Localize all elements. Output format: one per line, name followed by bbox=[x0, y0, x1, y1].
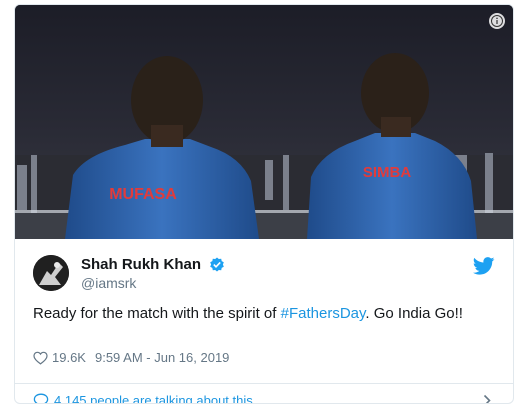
conversation-text[interactable]: 4,145 people are talking about this bbox=[54, 393, 253, 403]
tweet-meta: 19.6K 9:59 AM - Jun 16, 2019 bbox=[33, 350, 229, 366]
left-jersey-text: MUFASA bbox=[109, 186, 177, 203]
tweet-text-before: Ready for the match with the spirit of bbox=[33, 305, 281, 322]
verified-badge-icon bbox=[210, 257, 225, 272]
conversation-link[interactable]: 4,145 people are talking about this bbox=[33, 393, 253, 403]
author-block[interactable]: Shah Rukh Khan @iamsrk bbox=[81, 256, 225, 292]
author-handle[interactable]: @iamsrk bbox=[81, 274, 225, 292]
tweet-text: Ready for the match with the spirit of #… bbox=[33, 303, 481, 324]
avatar[interactable] bbox=[33, 255, 69, 291]
chevron-right-icon[interactable] bbox=[483, 394, 491, 404]
hashtag-link[interactable]: #FathersDay bbox=[281, 305, 366, 322]
tweet-timestamp[interactable]: 9:59 AM - Jun 16, 2019 bbox=[95, 350, 229, 366]
photo-scene: MUFASA SIMBA bbox=[15, 5, 513, 239]
embedded-tweet-card[interactable]: MUFASA SIMBA Shah Rukh Khan @iamsrk Read… bbox=[14, 4, 514, 404]
tweet-photo[interactable]: MUFASA SIMBA bbox=[15, 5, 513, 239]
tweet-text-after: . Go India Go!! bbox=[365, 305, 463, 322]
heart-icon[interactable] bbox=[33, 351, 48, 365]
right-jersey-text: SIMBA bbox=[363, 164, 412, 181]
tweet-header: Shah Rukh Khan @iamsrk bbox=[33, 255, 495, 295]
info-icon[interactable] bbox=[489, 13, 505, 29]
author-name[interactable]: Shah Rukh Khan bbox=[81, 256, 201, 274]
twitter-bird-icon[interactable] bbox=[473, 257, 495, 275]
like-count[interactable]: 19.6K bbox=[52, 350, 86, 366]
speech-bubble-icon bbox=[33, 393, 49, 403]
conversation-footer[interactable]: 4,145 people are talking about this bbox=[15, 383, 513, 404]
